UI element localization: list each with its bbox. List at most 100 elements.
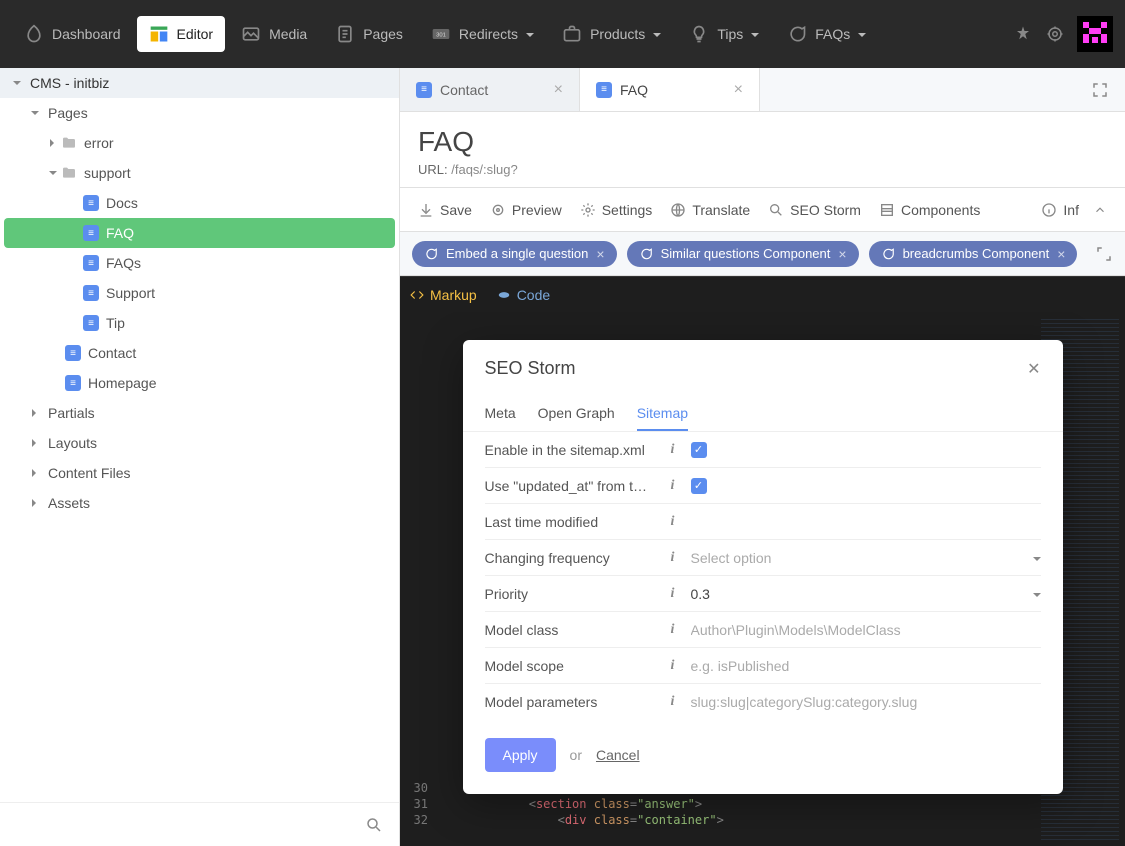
priority-select[interactable]: 0.3: [691, 586, 1041, 602]
nav-pages[interactable]: Pages: [323, 16, 415, 52]
close-icon[interactable]: ×: [838, 246, 846, 262]
tree-root[interactable]: CMS - initbiz: [0, 68, 399, 98]
tree-page-support[interactable]: ≡ Support: [0, 278, 399, 308]
close-icon[interactable]: ×: [1057, 246, 1065, 262]
tree-page-faq[interactable]: ≡ FAQ: [4, 218, 395, 248]
settings-button[interactable]: Settings: [580, 202, 653, 218]
modelclass-input[interactable]: [691, 622, 1041, 638]
modelscope-input[interactable]: [691, 658, 1041, 674]
close-icon[interactable]: ×: [596, 246, 604, 262]
image-icon: [241, 24, 261, 44]
editor-tab-markup[interactable]: Markup: [410, 287, 477, 303]
chevron-up-icon[interactable]: [1093, 203, 1107, 217]
translate-button[interactable]: Translate: [670, 202, 750, 218]
code-editor[interactable]: 303132 </section> <section class="answer…: [400, 312, 1125, 846]
field-label-changefreq: Changing frequency: [485, 550, 655, 566]
notification-icon[interactable]: [1013, 24, 1033, 44]
line-gutter: 303132: [400, 312, 434, 846]
info-icon[interactable]: i: [665, 694, 681, 710]
tree-folder-support[interactable]: support: [0, 158, 399, 188]
tab-bar: ≡ Contact × ≡ FAQ ×: [400, 68, 1125, 112]
info-icon[interactable]: i: [665, 514, 681, 530]
preview-button[interactable]: Preview: [490, 202, 562, 218]
nav-redirects[interactable]: 301 Redirects: [419, 16, 546, 52]
tab-contact[interactable]: ≡ Contact ×: [400, 68, 580, 111]
seo-storm-button[interactable]: SEO Storm: [768, 202, 861, 218]
tree-page-contact[interactable]: ≡ Contact: [0, 338, 399, 368]
select-value: 0.3: [691, 586, 710, 602]
chat-icon: [639, 247, 653, 261]
page-icon: ≡: [64, 344, 82, 362]
pill-similar-questions[interactable]: Similar questions Component ×: [627, 241, 859, 267]
tree-page-docs[interactable]: ≡ Docs: [0, 188, 399, 218]
nav-label: Redirects: [459, 26, 518, 42]
tab-faq[interactable]: ≡ FAQ ×: [580, 68, 760, 111]
chevron-down-icon: [653, 26, 661, 42]
page-icon: ≡: [596, 82, 612, 98]
save-button[interactable]: Save: [418, 202, 472, 218]
nav-products[interactable]: Products: [550, 16, 673, 52]
info-button[interactable]: Inf: [1041, 202, 1079, 218]
tab-label: FAQ: [620, 82, 648, 98]
tree-page-faqs[interactable]: ≡ FAQs: [0, 248, 399, 278]
close-icon[interactable]: ×: [554, 81, 563, 99]
chevron-down-icon: [28, 109, 42, 117]
fullscreen-icon[interactable]: [1095, 245, 1113, 263]
nav-tips[interactable]: Tips: [677, 16, 771, 52]
nav-faqs[interactable]: FAQs: [775, 16, 878, 52]
tree-folder-error[interactable]: error: [0, 128, 399, 158]
info-icon[interactable]: i: [665, 658, 681, 674]
info-icon[interactable]: i: [665, 478, 681, 494]
page-icon: ≡: [64, 374, 82, 392]
tree-section-partials[interactable]: Partials: [0, 398, 399, 428]
search-icon[interactable]: [365, 816, 383, 834]
tree-label: Homepage: [88, 375, 157, 391]
modelparams-input[interactable]: [691, 694, 1041, 710]
updated-checkbox[interactable]: ✓: [691, 478, 707, 494]
pill-embed-question[interactable]: Embed a single question ×: [412, 241, 617, 267]
content: ≡ Contact × ≡ FAQ × FAQ URL: /faqs/:slug…: [400, 68, 1125, 846]
tree-root-label: CMS - initbiz: [30, 75, 109, 91]
close-icon[interactable]: ×: [734, 81, 743, 99]
top-nav: Dashboard Editor Media Pages 301 Redirec…: [0, 0, 1125, 68]
target-icon: [490, 202, 506, 218]
modal-tab-meta[interactable]: Meta: [485, 397, 516, 431]
nav-dashboard[interactable]: Dashboard: [12, 16, 133, 52]
tree-page-homepage[interactable]: ≡ Homepage: [0, 368, 399, 398]
target-icon[interactable]: [1045, 24, 1065, 44]
info-icon[interactable]: i: [665, 550, 681, 566]
tree-page-tip[interactable]: ≡ Tip: [0, 308, 399, 338]
editor-tab-label: Code: [517, 287, 550, 303]
tree-label: Docs: [106, 195, 138, 211]
tree-section-assets[interactable]: Assets: [0, 488, 399, 518]
info-icon: [1041, 202, 1057, 218]
pill-breadcrumbs[interactable]: breadcrumbs Component ×: [869, 241, 1078, 267]
info-icon[interactable]: i: [665, 586, 681, 602]
nav-editor[interactable]: Editor: [137, 16, 226, 52]
enable-checkbox[interactable]: ✓: [691, 442, 707, 458]
info-icon[interactable]: i: [665, 442, 681, 458]
page-url: URL: /faqs/:slug?: [418, 162, 1107, 177]
editor-tab-code[interactable]: Code: [497, 287, 550, 303]
avatar[interactable]: [1077, 16, 1113, 52]
leaf-icon: [24, 24, 44, 44]
nav-media[interactable]: Media: [229, 16, 319, 52]
page-icon: ≡: [82, 314, 100, 332]
close-icon[interactable]: ✕: [1027, 359, 1040, 379]
info-icon[interactable]: i: [665, 622, 681, 638]
chat-icon: [424, 247, 438, 261]
cancel-link[interactable]: Cancel: [596, 747, 640, 763]
tree-section-content-files[interactable]: Content Files: [0, 458, 399, 488]
tree-section-pages[interactable]: Pages: [0, 98, 399, 128]
expand-icon[interactable]: [1091, 81, 1109, 99]
modal-tab-og[interactable]: Open Graph: [538, 397, 615, 431]
changefreq-select[interactable]: Select option: [691, 550, 1041, 566]
modal-tab-sitemap[interactable]: Sitemap: [637, 397, 688, 431]
apply-button[interactable]: Apply: [485, 738, 556, 772]
chevron-right-icon: [28, 469, 42, 477]
chevron-down-icon: [46, 169, 60, 177]
tree-section-layouts[interactable]: Layouts: [0, 428, 399, 458]
lastmod-input[interactable]: [691, 514, 1041, 530]
select-placeholder: Select option: [691, 550, 772, 566]
components-button[interactable]: Components: [879, 202, 980, 218]
